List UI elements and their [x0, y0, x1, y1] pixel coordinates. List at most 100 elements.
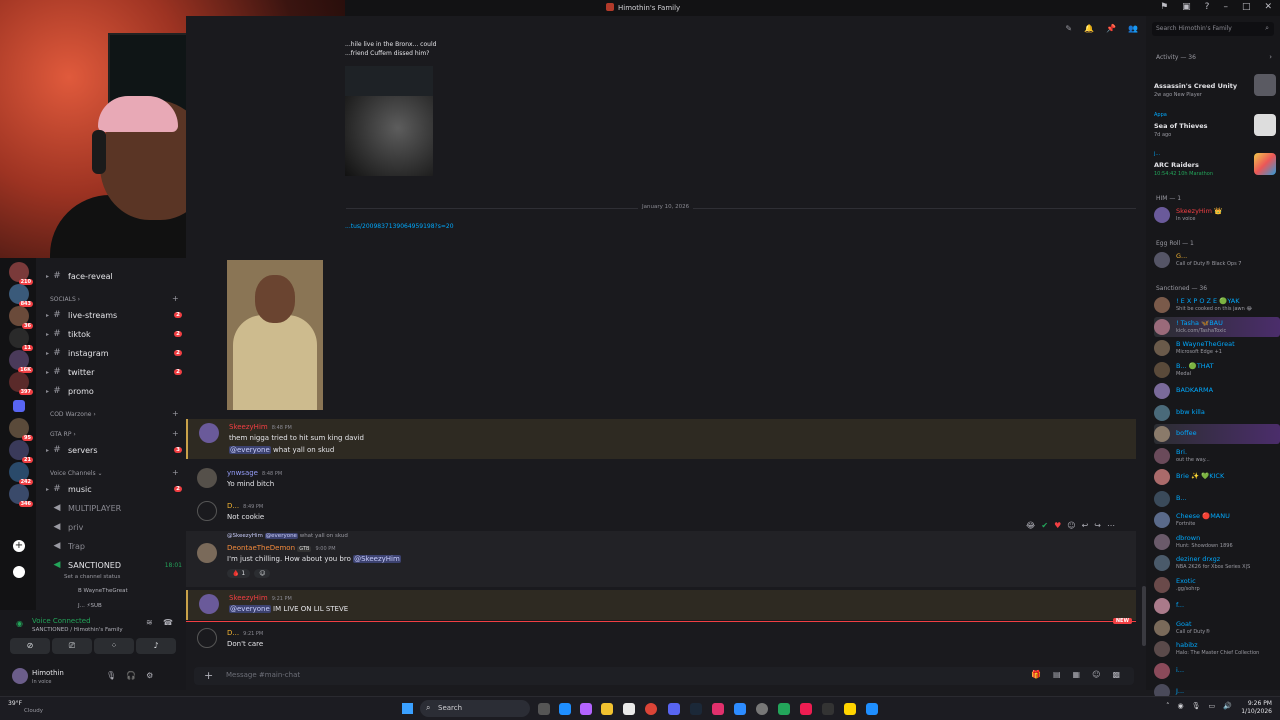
message[interactable]: @SkeezyHim @everyone what yall on skud D… [186, 531, 1136, 587]
gif-icon[interactable]: ▤ [1053, 670, 1061, 679]
avatar[interactable] [199, 594, 219, 614]
activity-button[interactable]: ⁘ [94, 638, 134, 654]
copilot-icon[interactable] [580, 703, 592, 715]
discord-icon[interactable] [668, 703, 680, 715]
activity-header[interactable]: Activity — 36 [1156, 54, 1196, 61]
avatar[interactable] [12, 668, 28, 684]
emoji-icon[interactable]: ☺ [1092, 670, 1100, 679]
voice-channel-trap[interactable]: ◀ Trap [46, 538, 182, 554]
soundboard-button[interactable]: ♪ [136, 638, 176, 654]
threads-icon[interactable]: ✎ [1065, 24, 1072, 33]
voice-member[interactable]: J... ⚡SUB [78, 603, 102, 609]
message[interactable]: SkeezyHim 9:21 PM @everyone IM LIVE ON LI… [186, 590, 1136, 620]
activity-card[interactable]: Assassin's Creed Unity 2w ago New Player [1154, 70, 1278, 104]
member-item[interactable]: ! Tasha 🦋BAU kick.com/TashaToxic [1154, 316, 1280, 337]
task-view-icon[interactable] [538, 703, 550, 715]
activity-card[interactable]: Appa Sea of Thieves 7d ago [1154, 110, 1278, 144]
username[interactable]: Himothin [32, 669, 64, 677]
activity-card[interactable]: j... ARC Raiders 10:54:42 10h Marathon [1154, 149, 1278, 183]
app-icon[interactable] [778, 703, 790, 715]
voice-channel-priv[interactable]: ◀ priv [46, 519, 182, 535]
server-icon[interactable]: 397 [9, 372, 33, 395]
member-item[interactable]: Bri. out the way... [1154, 446, 1280, 466]
add-reaction-icon[interactable]: ☺ [1067, 521, 1075, 530]
member-item[interactable]: Exotic .gg/sohrp [1154, 575, 1280, 595]
screenshare-button[interactable]: ⎚ [52, 638, 92, 654]
clock[interactable]: 9:26 PM 1/10/2026 [1241, 700, 1272, 716]
forward-icon[interactable]: ↪ [1094, 521, 1101, 530]
file-explorer-icon[interactable] [601, 703, 613, 715]
server-icon[interactable]: 346 [9, 484, 33, 507]
member-item[interactable]: BADKARMA [1154, 381, 1280, 401]
bell-icon[interactable]: 🔔 [1084, 24, 1094, 33]
sticker-icon[interactable]: ▦ [1073, 670, 1081, 679]
voice-channel-sanctioned[interactable]: ◀ SANCTIONED 18:01 [46, 557, 182, 573]
channel-face-reveal[interactable]: ▸ # face-reveal [46, 268, 182, 284]
help-icon[interactable]: ? [1205, 2, 1210, 12]
category-voice-channels[interactable]: Voice Channels ⌄ + [50, 468, 179, 477]
pin-icon[interactable]: 📌 [1106, 24, 1116, 33]
server-search[interactable]: Search Himothin's Family ⌕ [1152, 22, 1274, 36]
member-item[interactable]: ! E X P O Z E 🟢YAK Shit be cooked on this… [1154, 295, 1280, 315]
steam-icon[interactable] [690, 703, 702, 715]
channel-promo[interactable]: ▸ # promo [46, 383, 182, 399]
server-icon[interactable]: 242 [9, 462, 33, 485]
taskbar-search[interactable]: ⌕ Search [420, 700, 530, 717]
member-item[interactable]: B... 🟢THAT Medal [1154, 360, 1280, 380]
server-icon[interactable]: 210 [9, 262, 33, 285]
avatar[interactable] [197, 628, 217, 648]
message-author[interactable]: ynwsage 8:48 PM [227, 469, 282, 477]
discover-icon[interactable] [13, 566, 25, 578]
noise-suppression-icon[interactable]: ≋ [146, 618, 153, 627]
message-author[interactable]: D... 8:49 PM [227, 502, 263, 510]
app-icon[interactable] [866, 703, 878, 715]
reply-icon[interactable]: ↩ [1082, 521, 1089, 530]
message[interactable]: ynwsage 8:48 PM Yo mind bitch [186, 466, 1136, 494]
avatar[interactable] [197, 543, 217, 563]
add-channel-icon[interactable]: + [172, 468, 179, 477]
avatar[interactable] [199, 423, 219, 443]
member-item[interactable]: Cheese 🔴MANU Fortnite [1154, 510, 1280, 530]
disconnect-icon[interactable]: ☎ [163, 618, 173, 627]
chrome-icon[interactable] [645, 703, 657, 715]
emoji-react-icon[interactable]: 😂 [1026, 521, 1035, 530]
attach-icon[interactable]: + [204, 669, 213, 682]
app-icon[interactable] [822, 703, 834, 715]
server-icon[interactable]: 11 [9, 328, 33, 351]
app-icon[interactable] [734, 703, 746, 715]
add-channel-icon[interactable]: + [172, 429, 179, 438]
server-icon[interactable]: 16K [9, 350, 33, 373]
member-item[interactable]: bbw killa [1154, 403, 1280, 423]
weather-temp[interactable]: 39°F [8, 700, 22, 707]
add-reaction-icon[interactable]: ☺ [254, 569, 271, 578]
edge-icon[interactable] [559, 703, 571, 715]
channel-music[interactable]: ▸ # music 2 [46, 481, 182, 497]
message-author[interactable]: D... 9:21 PM [227, 629, 263, 637]
message[interactable]: SkeezyHim 8:48 PM them nigga tried to hit… [186, 419, 1136, 459]
folder-icon[interactable] [13, 400, 25, 412]
mic-tray-icon[interactable]: 🎙 [1192, 702, 1201, 710]
store-icon[interactable] [623, 703, 635, 715]
tweet-link[interactable]: ...tus/2009837139064959198?s=20 [345, 223, 454, 230]
maximize-button[interactable]: □ [1242, 2, 1251, 12]
channel-twitter[interactable]: ▸ # twitter 2 [46, 364, 182, 380]
member-item[interactable]: Goat Call of Duty® [1154, 618, 1280, 638]
gift-icon[interactable]: 🎁 [1031, 670, 1041, 679]
member-item[interactable]: i... [1154, 661, 1280, 681]
instagram-icon[interactable] [712, 703, 724, 715]
discord-tray-icon[interactable]: ◉ [1178, 702, 1184, 710]
message-input[interactable]: Message #main-chat [226, 671, 300, 679]
network-icon[interactable]: ▭ [1209, 702, 1216, 710]
heart-react-icon[interactable]: ♥ [1054, 521, 1061, 530]
camera-button[interactable]: ⊘ [10, 638, 50, 654]
embed-image[interactable] [345, 66, 433, 176]
message-author[interactable]: SkeezyHim 9:21 PM [229, 594, 292, 602]
voice-member[interactable]: B WayneTheGreat [78, 588, 128, 594]
channel-servers[interactable]: ▸ # servers 3 [46, 442, 182, 458]
member-item[interactable]: B... [1154, 489, 1280, 509]
member-item[interactable]: deziner drxgz NBA 2K26 for Xbox Series X|… [1154, 553, 1280, 573]
message[interactable]: D... 9:21 PM Don't care [186, 626, 1136, 654]
channel-live-streams[interactable]: ▸ # live-streams 2 [46, 307, 182, 323]
channel-instagram[interactable]: ▸ # instagram 2 [46, 345, 182, 361]
member-item[interactable]: SkeezyHim 👑 In voice [1154, 205, 1280, 225]
